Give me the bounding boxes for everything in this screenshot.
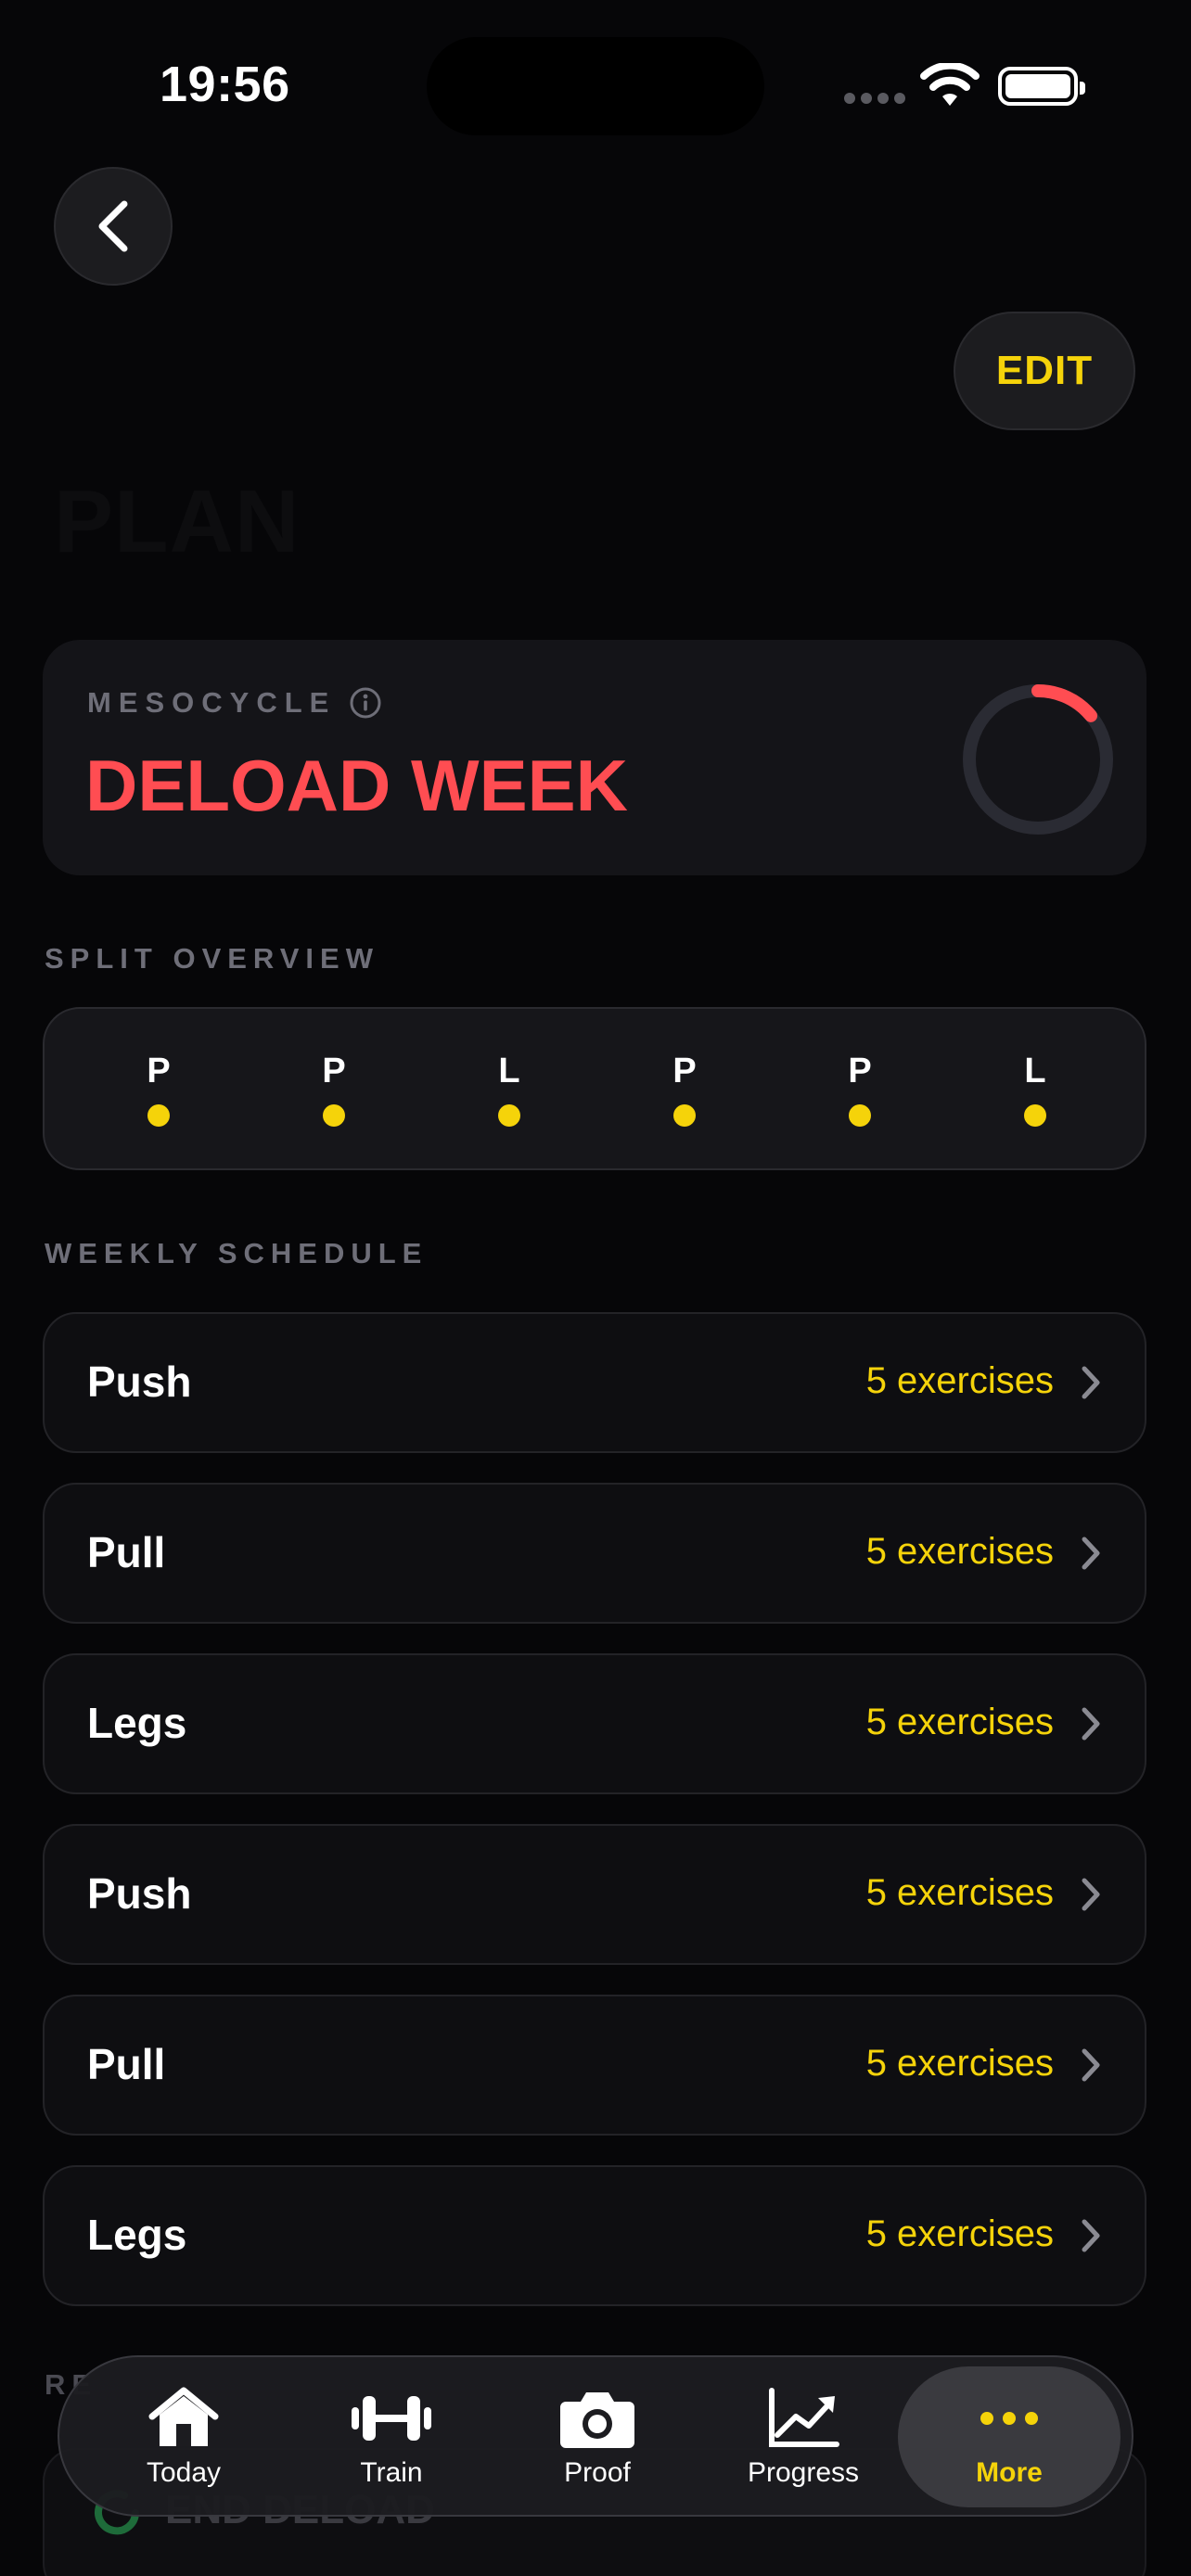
tab-progress[interactable]: Progress [692, 2366, 915, 2507]
schedule-row-legs[interactable]: Legs 5 exercises [43, 1653, 1146, 1794]
chevron-right-icon [1082, 1366, 1100, 1399]
info-icon[interactable] [349, 686, 382, 720]
split-day[interactable]: L [998, 1052, 1072, 1127]
schedule-row-pull[interactable]: Pull 5 exercises [43, 1995, 1146, 2136]
split-day-dot [147, 1104, 170, 1127]
chevron-left-icon [98, 200, 128, 252]
schedule-row-pull[interactable]: Pull 5 exercises [43, 1483, 1146, 1624]
battery-icon [998, 67, 1085, 106]
mesocycle-value: DELOAD WEEK [85, 745, 628, 826]
split-day[interactable]: L [472, 1052, 546, 1127]
status-time: 19:56 [160, 57, 290, 112]
tab-label: Today [146, 2457, 222, 2488]
more-icon [980, 2412, 1038, 2425]
schedule-row-count: 5 exercises [865, 1872, 1054, 1913]
schedule-row-push[interactable]: Push 5 exercises [43, 1824, 1146, 1965]
mesocycle-label-row: MESOCYCLE [87, 686, 382, 720]
tab-label: Proof [564, 2457, 631, 2488]
schedule-row-count: 5 exercises [865, 1360, 1054, 1401]
split-day-dot [323, 1104, 345, 1127]
back-button[interactable] [54, 167, 173, 286]
schedule-row-count: 5 exercises [865, 1702, 1054, 1742]
schedule-row-name: Legs [87, 1699, 187, 1747]
tab-proof[interactable]: Proof [486, 2366, 709, 2507]
split-day[interactable]: P [823, 1052, 897, 1127]
chevron-right-icon [1082, 2219, 1100, 2252]
chevron-right-icon [1082, 1707, 1100, 1741]
chevron-right-icon [1082, 1537, 1100, 1570]
plan-screen: 19:56 EDIT PLAN MESOCYCLE DELOAD WEEK SP… [0, 0, 1191, 2576]
page-title: PLAN [54, 472, 301, 571]
tab-more[interactable]: More [898, 2366, 1121, 2507]
tab-label: Train [360, 2457, 423, 2488]
split-day-letter: P [672, 1052, 697, 1090]
tab-label: More [976, 2457, 1043, 2488]
mesocycle-label: MESOCYCLE [87, 686, 337, 719]
schedule-row-legs[interactable]: Legs 5 exercises [43, 2165, 1146, 2306]
chart-icon [769, 2388, 839, 2447]
schedule-row-name: Legs [87, 2211, 187, 2259]
cellular-signal-icon [844, 93, 905, 104]
weekly-schedule-label: WEEKLY SCHEDULE [45, 1237, 429, 1269]
schedule-row-count: 5 exercises [865, 2043, 1054, 2084]
schedule-row-count: 5 exercises [865, 1531, 1054, 1572]
split-day-letter: L [1024, 1052, 1046, 1090]
wifi-icon [920, 63, 980, 106]
chevron-right-icon [1082, 1878, 1100, 1911]
dumbbell-icon [352, 2396, 431, 2441]
mesocycle-card[interactable]: MESOCYCLE DELOAD WEEK [43, 640, 1146, 875]
edit-button[interactable]: EDIT [954, 312, 1135, 430]
split-day-dot [849, 1104, 871, 1127]
schedule-row-name: Push [87, 1358, 192, 1406]
split-day-letter: P [147, 1052, 171, 1090]
schedule-row-name: Pull [87, 2040, 166, 2088]
split-day[interactable]: P [647, 1052, 722, 1127]
split-day-letter: P [848, 1052, 872, 1090]
tab-train[interactable]: Train [280, 2366, 503, 2507]
schedule-row-count: 5 exercises [865, 2213, 1054, 2254]
split-overview-card: P P L P P L [43, 1007, 1146, 1170]
tab-label: Progress [747, 2457, 860, 2488]
split-overview-label: SPLIT OVERVIEW [45, 942, 379, 975]
split-day-letter: P [322, 1052, 346, 1090]
split-day-dot [1024, 1104, 1046, 1127]
chevron-right-icon [1082, 2048, 1100, 2082]
mesocycle-progress-ring [963, 684, 1113, 835]
house-icon [148, 2387, 219, 2446]
camera-icon [560, 2392, 634, 2448]
split-day[interactable]: P [122, 1052, 196, 1127]
schedule-row-name: Pull [87, 1528, 166, 1576]
split-day-dot [498, 1104, 520, 1127]
split-day-letter: L [498, 1052, 520, 1090]
tab-bar: Today Train Proof Progress More [58, 2355, 1133, 2517]
tab-today[interactable]: Today [72, 2366, 295, 2507]
split-day[interactable]: P [297, 1052, 371, 1127]
schedule-row-push[interactable]: Push 5 exercises [43, 1312, 1146, 1453]
split-day-dot [673, 1104, 696, 1127]
schedule-row-name: Push [87, 1869, 192, 1918]
dynamic-island [427, 37, 764, 135]
